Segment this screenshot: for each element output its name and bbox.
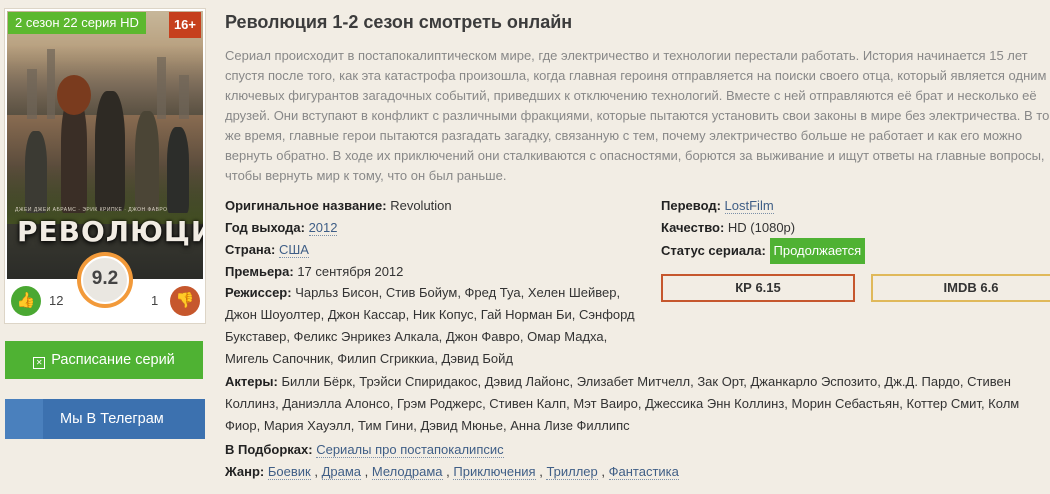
poster-logo: РЕВОЛЮЦИЯ <box>17 215 203 248</box>
telegram-icon <box>5 399 43 439</box>
genre-link[interactable]: Мелодрама <box>371 464 443 480</box>
page-title: Революция 1-2 сезон смотреть онлайн <box>225 12 573 32</box>
schedule-button[interactable]: ✕ Расписание серий <box>5 341 203 379</box>
country-row: Страна: США <box>225 242 309 258</box>
year-link[interactable]: 2012 <box>308 220 338 236</box>
age-rating-badge: 16+ <box>168 12 201 38</box>
like-button[interactable]: 👍 <box>11 286 41 316</box>
translation-row: Перевод: LostFilm <box>661 198 774 214</box>
country-link[interactable]: США <box>278 242 309 258</box>
director-row: Режиссер: Чарльз Бисон, Стив Бойум, Фред… <box>225 285 635 366</box>
actors-value: Билли Бёрк, Трэйси Спиридакос, Дэвид Лай… <box>225 374 1020 433</box>
genre-link[interactable]: Фантастика <box>608 464 679 480</box>
status-row: Статус сериала: Продолжается <box>661 238 866 264</box>
quality-row: Качество: HD (1080p) <box>661 220 796 235</box>
genre-link[interactable]: Боевик <box>267 464 311 480</box>
dislike-button[interactable]: 👎 <box>170 286 200 316</box>
imdb-rating[interactable]: IMDB 6.6 <box>871 274 1050 302</box>
quality-value: HD (1080p) <box>727 220 796 235</box>
schedule-button-label: Расписание серий <box>51 352 175 368</box>
original-title-value: Revolution <box>390 198 452 213</box>
episode-badge: 2 сезон 22 серия HD <box>8 12 146 34</box>
genre-link[interactable]: Драма <box>321 464 362 480</box>
dislike-count: 1 <box>151 293 159 308</box>
poster-image[interactable]: ДЖЕЙ ДЖЕЙ АБРАМС · ЭРИК КРИПКЕ · ДЖОН ФА… <box>7 11 203 279</box>
status-badge: Продолжается <box>769 238 866 264</box>
premiere-row: Премьера: 17 сентября 2012 <box>225 264 404 279</box>
original-title-row: Оригинальное название: Revolution <box>225 198 452 213</box>
collections-row: В Подборках: Сериалы про постапокалипсис <box>225 442 504 458</box>
calendar-icon: ✕ <box>33 357 46 369</box>
like-count: 12 <box>49 293 64 308</box>
series-description: Сериал происходит в постапокалиптическом… <box>225 48 1050 183</box>
kinopoisk-rating[interactable]: КР 6.15 <box>661 274 855 302</box>
telegram-button-label: Мы В Телеграм <box>60 411 164 427</box>
genre-link[interactable]: Триллер <box>546 464 598 480</box>
rating-value: 9.2 <box>81 256 129 304</box>
translation-link[interactable]: LostFilm <box>724 198 774 214</box>
rating-circle: 9.2 <box>77 252 133 308</box>
genre-row: Жанр: Боевик , Драма , Мелодрама , Прикл… <box>225 464 679 480</box>
genre-link[interactable]: Приключения <box>453 464 536 480</box>
poster-card: ДЖЕЙ ДЖЕЙ АБРАМС · ЭРИК КРИПКЕ · ДЖОН ФА… <box>4 8 206 324</box>
poster-credits: ДЖЕЙ ДЖЕЙ АБРАМС · ЭРИК КРИПКЕ · ДЖОН ФА… <box>15 207 168 213</box>
year-row: Год выхода: 2012 <box>225 220 338 236</box>
premiere-value: 17 сентября 2012 <box>297 264 404 279</box>
thumbs-down-icon: 👎 <box>175 292 195 309</box>
thumbs-up-icon: 👍 <box>16 292 36 309</box>
telegram-button[interactable]: Мы В Телеграм <box>5 399 205 439</box>
collection-link[interactable]: Сериалы про постапокалипсис <box>316 442 504 458</box>
actors-row: Актеры: Билли Бёрк, Трэйси Спиридакос, Д… <box>225 374 1020 433</box>
